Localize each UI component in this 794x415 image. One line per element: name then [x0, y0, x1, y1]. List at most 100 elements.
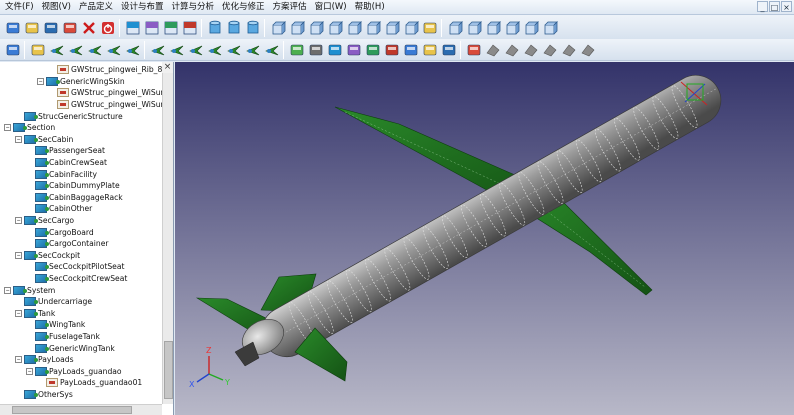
cylinder-blue-icon[interactable] [206, 19, 224, 37]
grey-6-icon[interactable] [579, 41, 597, 59]
menu-item-6[interactable]: 方案评估 [269, 0, 311, 15]
collapse-toggle[interactable]: − [15, 217, 22, 225]
open-folder-icon[interactable] [23, 19, 41, 37]
hscroll-thumb[interactable] [12, 406, 132, 414]
panel-3-icon[interactable] [484, 19, 502, 37]
delete-icon[interactable] [80, 19, 98, 37]
grey-5-icon[interactable] [560, 41, 578, 59]
box-right-icon[interactable] [402, 19, 420, 37]
collapse-toggle[interactable]: − [15, 356, 22, 364]
box-back-icon[interactable] [383, 19, 401, 37]
panel-close-button[interactable]: × [162, 62, 173, 73]
tree-node[interactable]: CabinDummyPlate [26, 180, 120, 192]
tree-node[interactable]: OtherSys [15, 389, 73, 401]
shape-2-icon[interactable] [307, 41, 325, 59]
lock-icon[interactable] [465, 41, 483, 59]
shape-4-icon[interactable] [345, 41, 363, 59]
new-file-icon[interactable] [4, 19, 22, 37]
cylinder-outline-icon[interactable] [225, 19, 243, 37]
tree-node[interactable]: − Tank [15, 308, 55, 320]
refresh-icon[interactable] [4, 41, 22, 59]
plane-1-icon[interactable] [48, 41, 66, 59]
tree-node[interactable]: CabinOther [26, 203, 92, 215]
maximize-button[interactable]: □ [769, 1, 780, 12]
wing-1-icon[interactable] [149, 41, 167, 59]
panel-1-icon[interactable] [446, 19, 464, 37]
tree-node[interactable]: CargoBoard [26, 226, 94, 238]
cylinder-small-icon[interactable] [244, 19, 262, 37]
link-icon[interactable] [29, 41, 47, 59]
tree-vertical-scrollbar[interactable] [162, 73, 173, 404]
shape-3-icon[interactable] [326, 41, 344, 59]
tree-node[interactable]: − PayLoads_guandao [26, 366, 122, 378]
collapse-toggle[interactable]: − [4, 124, 11, 132]
menu-item-3[interactable]: 设计与布置 [117, 0, 168, 15]
exit-icon[interactable] [99, 19, 117, 37]
wing-3-icon[interactable] [187, 41, 205, 59]
tree-node[interactable]: PayLoads_guandao01 [37, 377, 142, 389]
tree-node[interactable]: Undercarriage [15, 296, 92, 308]
dark-view-icon[interactable] [162, 19, 180, 37]
tree-node[interactable]: − SecCargo [15, 215, 74, 227]
box-wire-icon[interactable] [288, 19, 306, 37]
collapse-toggle[interactable]: − [26, 367, 33, 375]
tree-node[interactable]: GenericWingTank [26, 342, 115, 354]
menu-item-1[interactable]: 视图(V) [38, 0, 75, 15]
menu-item-4[interactable]: 计算与分析 [168, 0, 219, 15]
tree-node[interactable]: − SecCockpit [15, 250, 80, 262]
tree-node[interactable]: GWStruc_pingwei_WiSurf1_ [48, 99, 173, 111]
collapse-toggle[interactable]: − [15, 251, 22, 259]
menu-item-8[interactable]: 帮助(H) [351, 0, 389, 15]
menu-item-0[interactable]: 文件(F) [0, 0, 38, 15]
wing-5-icon[interactable] [225, 41, 243, 59]
tree-node[interactable]: − Section [4, 122, 55, 134]
collapse-toggle[interactable]: − [15, 309, 22, 317]
shape-8-icon[interactable] [421, 41, 439, 59]
shape-9-icon[interactable] [440, 41, 458, 59]
tree-node[interactable]: PassengerSeat [26, 145, 105, 157]
minimize-button[interactable]: _ [757, 1, 768, 12]
collapse-toggle[interactable]: − [15, 135, 22, 143]
tree-node[interactable]: CargoContainer [26, 238, 109, 250]
tree-node[interactable]: − System [4, 284, 55, 296]
collapse-toggle[interactable]: − [37, 77, 44, 85]
box-iso-icon[interactable] [364, 19, 382, 37]
3d-viewport[interactable]: Z Y X [175, 62, 794, 415]
save-icon[interactable] [42, 19, 60, 37]
menu-item-2[interactable]: 产品定义 [75, 0, 117, 15]
plane-5-icon[interactable] [124, 41, 142, 59]
tree-node[interactable]: WingTank [26, 319, 85, 331]
tree-node[interactable]: CabinBaggageRack [26, 192, 123, 204]
shape-1-icon[interactable] [288, 41, 306, 59]
wing-2-icon[interactable] [168, 41, 186, 59]
close-window-button[interactable]: × [781, 1, 792, 12]
panel-6-icon[interactable] [541, 19, 559, 37]
tree-node[interactable]: StrucGenericStructure [15, 110, 123, 122]
panel-4-icon[interactable] [503, 19, 521, 37]
wing-6-icon[interactable] [244, 41, 262, 59]
shape-5-icon[interactable] [364, 41, 382, 59]
save-as-icon[interactable] [61, 19, 79, 37]
split-view-icon[interactable] [181, 19, 199, 37]
shape-7-icon[interactable] [402, 41, 420, 59]
box-shaded-icon[interactable] [269, 19, 287, 37]
front-view-icon[interactable] [143, 19, 161, 37]
grey-4-icon[interactable] [541, 41, 559, 59]
grey-1-icon[interactable] [484, 41, 502, 59]
shape-6-icon[interactable] [383, 41, 401, 59]
plane-2-icon[interactable] [67, 41, 85, 59]
plane-3-icon[interactable] [86, 41, 104, 59]
panel-5-icon[interactable] [522, 19, 540, 37]
tree-node[interactable]: SecCockpitCrewSeat [26, 273, 127, 285]
tree-node[interactable]: − PayLoads [15, 354, 74, 366]
box-side-icon[interactable] [326, 19, 344, 37]
tree-node[interactable]: FuselageTank [26, 331, 100, 343]
grey-3-icon[interactable] [522, 41, 540, 59]
fit-view-icon[interactable] [124, 19, 142, 37]
wing-7-icon[interactable] [263, 41, 281, 59]
tree-node[interactable]: GWStruc_pingwei_Rib_8_rig [48, 64, 173, 76]
box-front-icon[interactable] [307, 19, 325, 37]
tree-node[interactable]: − GenericWingSkin [37, 76, 125, 88]
tree-node[interactable]: − SecCabin [15, 134, 73, 146]
scroll-thumb[interactable] [164, 341, 173, 399]
